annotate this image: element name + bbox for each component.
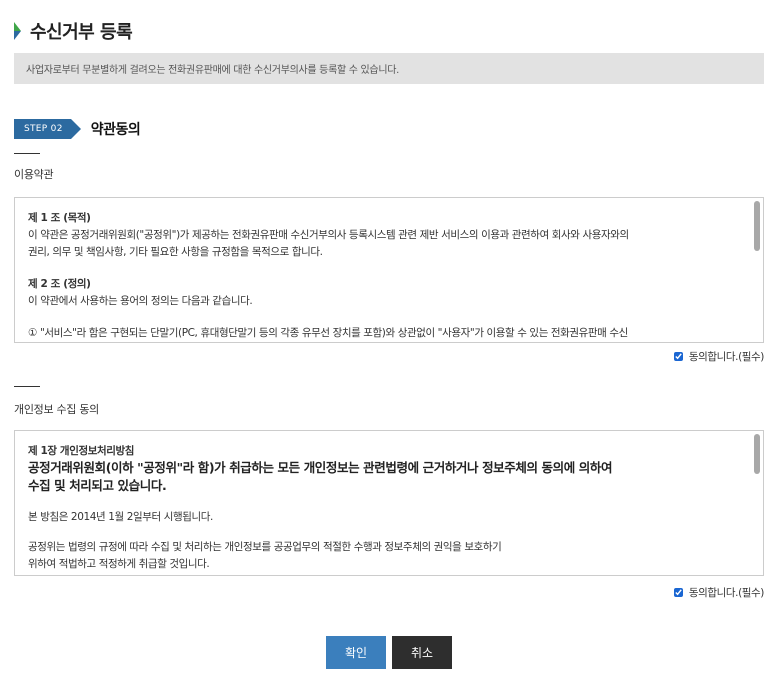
privacy-effective-date: 본 방침은 2014년 1월 2일부터 시행됩니다. <box>28 511 213 523</box>
terms-content: 제 1 조 (목적) 이 약관은 공정거래위원회("공정위")가 제공하는 전화… <box>28 210 743 342</box>
privacy-content: 제 1장 개인정보처리방침 공정거래위원회(이하 "공정위"라 함)가 취급하는… <box>28 443 743 573</box>
terms-section-label: 이용약관 <box>14 168 54 181</box>
privacy-scrollbar[interactable] <box>754 434 760 572</box>
terms-scroll-box[interactable]: 제 1 조 (목적) 이 약관은 공정거래위원회("공정위")가 제공하는 전화… <box>14 197 764 343</box>
step-title: 약관동의 <box>90 122 141 138</box>
terms-agree-checkbox[interactable] <box>673 352 683 361</box>
terms-article1-heading: 제 1 조 (목적) <box>28 212 91 224</box>
privacy-intro-line2: 수집 및 처리되고 있습니다. <box>28 478 167 493</box>
step-badge: STEP 02 <box>14 119 81 139</box>
privacy-body-line2: 위하여 적법하고 적정하게 취급할 것입니다. <box>28 558 210 570</box>
step-heading: STEP 02 약관동의 <box>14 118 141 140</box>
terms-scrollbar-thumb[interactable] <box>754 201 760 251</box>
privacy-scroll-box[interactable]: 제 1장 개인정보처리방침 공정거래위원회(이하 "공정위"라 함)가 취급하는… <box>14 430 764 576</box>
page-header: 수신거부 등록 <box>14 16 133 46</box>
privacy-scrollbar-thumb[interactable] <box>754 434 760 474</box>
privacy-agree-checkbox[interactable] <box>673 588 683 597</box>
privacy-intro-line1: 공정거래위원회(이하 "공정위"라 함)가 취급하는 모든 개인정보는 관련법령… <box>28 460 613 475</box>
terms-scrollbar[interactable] <box>754 201 760 339</box>
page-title: 수신거부 등록 <box>30 22 133 43</box>
section-divider <box>14 386 40 387</box>
terms-article1-line2: 권리, 의무 및 책임사항, 기타 필요한 사항을 규정함을 목적으로 합니다. <box>28 246 323 258</box>
notice-bar: 사업자로부터 무분별하게 걸려오는 전화권유판매에 대한 수신거부의사를 등록할… <box>14 53 764 84</box>
terms-article2-line1: 이 약관에서 사용하는 용어의 정의는 다음과 같습니다. <box>28 295 253 307</box>
privacy-body-line1: 공정위는 법령의 규정에 따라 수집 및 처리하는 개인정보를 공공업무의 적절… <box>28 541 502 553</box>
privacy-agree-row[interactable]: 동의합니다.(필수) <box>673 585 765 600</box>
terms-article1-line1: 이 약관은 공정거래위원회("공정위")가 제공하는 전화권유판매 수신거부의사… <box>28 229 629 241</box>
notice-text: 사업자로부터 무분별하게 걸려오는 전화권유판매에 대한 수신거부의사를 등록할… <box>26 65 400 76</box>
confirm-button[interactable]: 확인 <box>326 636 386 669</box>
privacy-chapter-heading: 제 1장 개인정보처리방침 <box>28 445 135 457</box>
cancel-button[interactable]: 취소 <box>392 636 452 669</box>
title-marker-icon <box>14 22 22 40</box>
section-divider <box>14 153 40 154</box>
terms-agree-row[interactable]: 동의합니다.(필수) <box>673 349 765 364</box>
privacy-agree-label: 동의합니다.(필수) <box>688 587 765 599</box>
terms-agree-label: 동의합니다.(필수) <box>688 351 765 363</box>
terms-article2-heading: 제 2 조 (정의) <box>28 278 91 290</box>
privacy-section-label: 개인정보 수집 동의 <box>14 403 99 416</box>
terms-article2-item1: ① "서비스"라 함은 구현되는 단말기(PC, 휴대형단말기 등의 각종 유무… <box>28 327 628 339</box>
